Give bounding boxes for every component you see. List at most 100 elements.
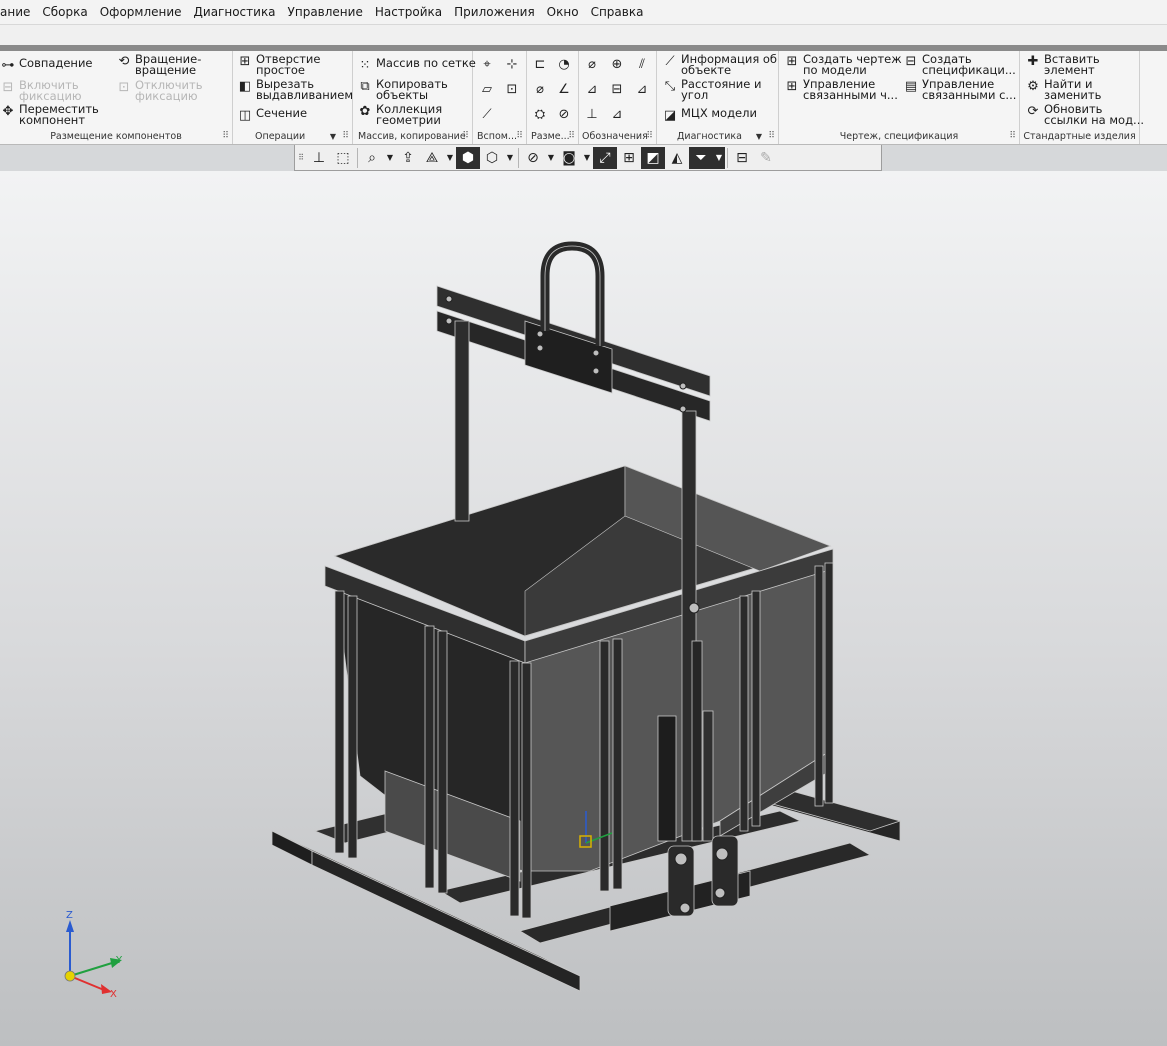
menu-help[interactable]: Справка	[585, 0, 650, 25]
menu-view[interactable]: ание	[0, 0, 36, 25]
axis-z-label: Z	[66, 910, 73, 921]
mass-props-label: МЦХ модели	[681, 106, 757, 120]
line-icon[interactable]: ⟋	[478, 105, 496, 123]
properties-icon[interactable]: ⊟	[730, 147, 754, 169]
insert-element-button[interactable]: ✚ Вставить элемент	[1025, 53, 1100, 76]
pan-icon[interactable]: ⇪	[396, 147, 420, 169]
ribbon-group-designations: ⌀ ⊕ ⫽ ⊿ ⊟ ⊿ ⊥ ⊿ Обозначения ⠿	[579, 51, 657, 144]
dim-edit-icon[interactable]: ⊘	[555, 105, 573, 123]
linear-dim-icon[interactable]: ⊏	[531, 55, 549, 73]
roughness-icon[interactable]: ⌀	[583, 55, 601, 73]
refresh-links-label: Обновить ссылки на мод...	[1044, 102, 1145, 127]
base-icon[interactable]: ⊕	[608, 55, 626, 73]
position-icon[interactable]: ⊥	[583, 105, 601, 123]
axis-x-label: X	[110, 989, 117, 1000]
grip-icon: ⠿	[568, 131, 575, 141]
linked-drawings-icon: ⊞	[786, 79, 798, 94]
ribbon-group-array: ⁙ Массив по сетке ⧉ Копировать объекты ✿…	[353, 51, 476, 144]
geometry-collection-button[interactable]: ✿ Коллекция геометрии	[357, 103, 443, 126]
ribbon-group-aux: ⌖ ⊹ ▱ ⊡ ⟋ Вспом... ⠿	[473, 51, 527, 144]
create-drawing-button[interactable]: ⊞ Создать чертеж по модели	[784, 52, 902, 77]
chevron-down-icon[interactable]: ▼	[545, 147, 557, 169]
chevron-down-icon[interactable]: ▼	[384, 147, 396, 169]
radial-dim-icon[interactable]: ◔	[555, 55, 573, 73]
linked-specs-icon: ▤	[904, 79, 918, 94]
tolerance-icon[interactable]: ⊟	[608, 80, 626, 98]
axis-y-label: Y	[115, 955, 123, 966]
find-replace-icon: ⚙	[1027, 79, 1039, 94]
wireframe-icon[interactable]: ⬡	[480, 147, 504, 169]
pencil-icon[interactable]: ✎	[754, 147, 778, 169]
fix-on-button[interactable]: ⊟ Включить фиксацию	[0, 79, 82, 102]
orientation-icon[interactable]: ⊥	[307, 147, 331, 169]
perspective-icon[interactable]: ⤢	[593, 146, 617, 169]
menu-diagnostics[interactable]: Диагностика	[188, 0, 282, 25]
zoom-icon[interactable]: ⌕	[360, 147, 384, 169]
mass-props-button[interactable]: ◪ МЦХ модели	[662, 106, 757, 124]
menu-window[interactable]: Окно	[541, 0, 585, 25]
chevron-down-icon[interactable]: ▼	[756, 132, 762, 141]
view-from-normal-icon[interactable]: ⬚	[331, 147, 355, 169]
chevron-down-icon[interactable]: ▼	[504, 147, 516, 169]
section-button[interactable]: ◫ Сечение	[237, 107, 307, 124]
find-replace-button[interactable]: ⚙ Найти и заменить	[1025, 78, 1101, 101]
offset-plane-icon[interactable]: ▱	[478, 80, 496, 98]
menu-control[interactable]: Управление	[282, 0, 369, 25]
object-info-button[interactable]: ⟋ Информация об объекте	[662, 53, 777, 76]
weld-icon[interactable]: ⊿	[583, 80, 601, 98]
shaded-icon[interactable]: ⬢	[456, 146, 480, 169]
diameter-dim-icon[interactable]: ⌀	[531, 80, 549, 98]
mark-icon[interactable]: ⊿	[633, 80, 651, 98]
menu-design[interactable]: Оформление	[94, 0, 188, 25]
hide-icon[interactable]: ⊘	[521, 147, 545, 169]
reflection-icon[interactable]: ◩	[641, 146, 665, 169]
distance-angle-button[interactable]: ⤡ Расстояние и угол	[662, 78, 762, 101]
fix-off-button[interactable]: ⊡ Отключить фиксацию	[116, 78, 203, 103]
toolbar-separator	[357, 147, 358, 168]
refresh-links-button[interactable]: ⟳ Обновить ссылки на мод...	[1025, 102, 1145, 127]
chevron-down-icon[interactable]: ▼	[444, 147, 456, 169]
shadow-icon[interactable]: ◭	[665, 147, 689, 169]
copy-objects-button[interactable]: ⧉ Копировать объекты	[357, 78, 448, 101]
rotate-move-button[interactable]: ⟲ Вращение- вращение	[116, 53, 202, 76]
rotate-view-icon[interactable]: ⟁	[420, 147, 444, 169]
menu-settings[interactable]: Настройка	[369, 0, 448, 25]
chevron-down-icon[interactable]: ▼	[330, 132, 336, 141]
point-icon[interactable]: ⊡	[503, 80, 521, 98]
plane-icon[interactable]: ⌖	[478, 55, 496, 73]
latch-plate	[657, 715, 677, 842]
chevron-down-icon[interactable]: ▼	[581, 147, 593, 169]
menu-assembly[interactable]: Сборка	[36, 0, 93, 25]
grip-icon[interactable]: ⠿	[295, 147, 307, 169]
create-spec-button[interactable]: ⊟ Создать спецификаци...	[903, 53, 1016, 76]
display-icon[interactable]: ◙	[557, 147, 581, 169]
manage-linked-specs-button[interactable]: ▤ Управление связанными с...	[903, 77, 1017, 102]
coincidence-button[interactable]: ⊶ Совпадение	[0, 57, 93, 74]
runner-beam	[271, 830, 313, 866]
extrude-cut-button[interactable]: ◧ Вырезать выдавливанием	[237, 78, 353, 101]
section-view-icon[interactable]: ⊞	[617, 147, 641, 169]
move-component-button[interactable]: ✥ Переместить компонент	[0, 103, 99, 126]
auto-dim-icon[interactable]: ⛭	[531, 105, 549, 123]
leader-icon[interactable]: ⫽	[633, 55, 651, 73]
angle-dim-icon[interactable]: ∠	[555, 80, 573, 98]
ribbon-group-array-label: Массив, копирование	[358, 131, 466, 142]
manage-linked-drawings-button[interactable]: ⊞ Управление связанными ч...	[784, 78, 898, 101]
filter-icon[interactable]: ⏷	[689, 146, 713, 169]
refresh-icon: ⟳	[1027, 104, 1039, 119]
model-viewport[interactable]: Z Y X	[0, 171, 1167, 1046]
create-drawing-label: Создать чертеж по модели	[803, 52, 902, 77]
axis-triad: Z Y X	[64, 910, 123, 1000]
mass-icon: ◪	[663, 108, 677, 123]
simple-hole-button[interactable]: ⊞ Отверстие простое	[237, 53, 321, 76]
manage-linked-specs-label: Управление связанными с...	[922, 77, 1017, 102]
text-note-icon[interactable]: ⊿	[608, 105, 626, 123]
axis-icon[interactable]: ⊹	[503, 55, 521, 73]
chevron-down-icon[interactable]: ▼	[713, 146, 725, 169]
menu-applications[interactable]: Приложения	[448, 0, 541, 25]
fix-off-label: Отключить фиксацию	[135, 78, 203, 103]
toolbar-separator	[518, 147, 519, 168]
tab-strip	[0, 25, 1167, 45]
grid-array-button[interactable]: ⁙ Массив по сетке	[357, 57, 476, 74]
hanger-right-inner	[691, 640, 703, 842]
